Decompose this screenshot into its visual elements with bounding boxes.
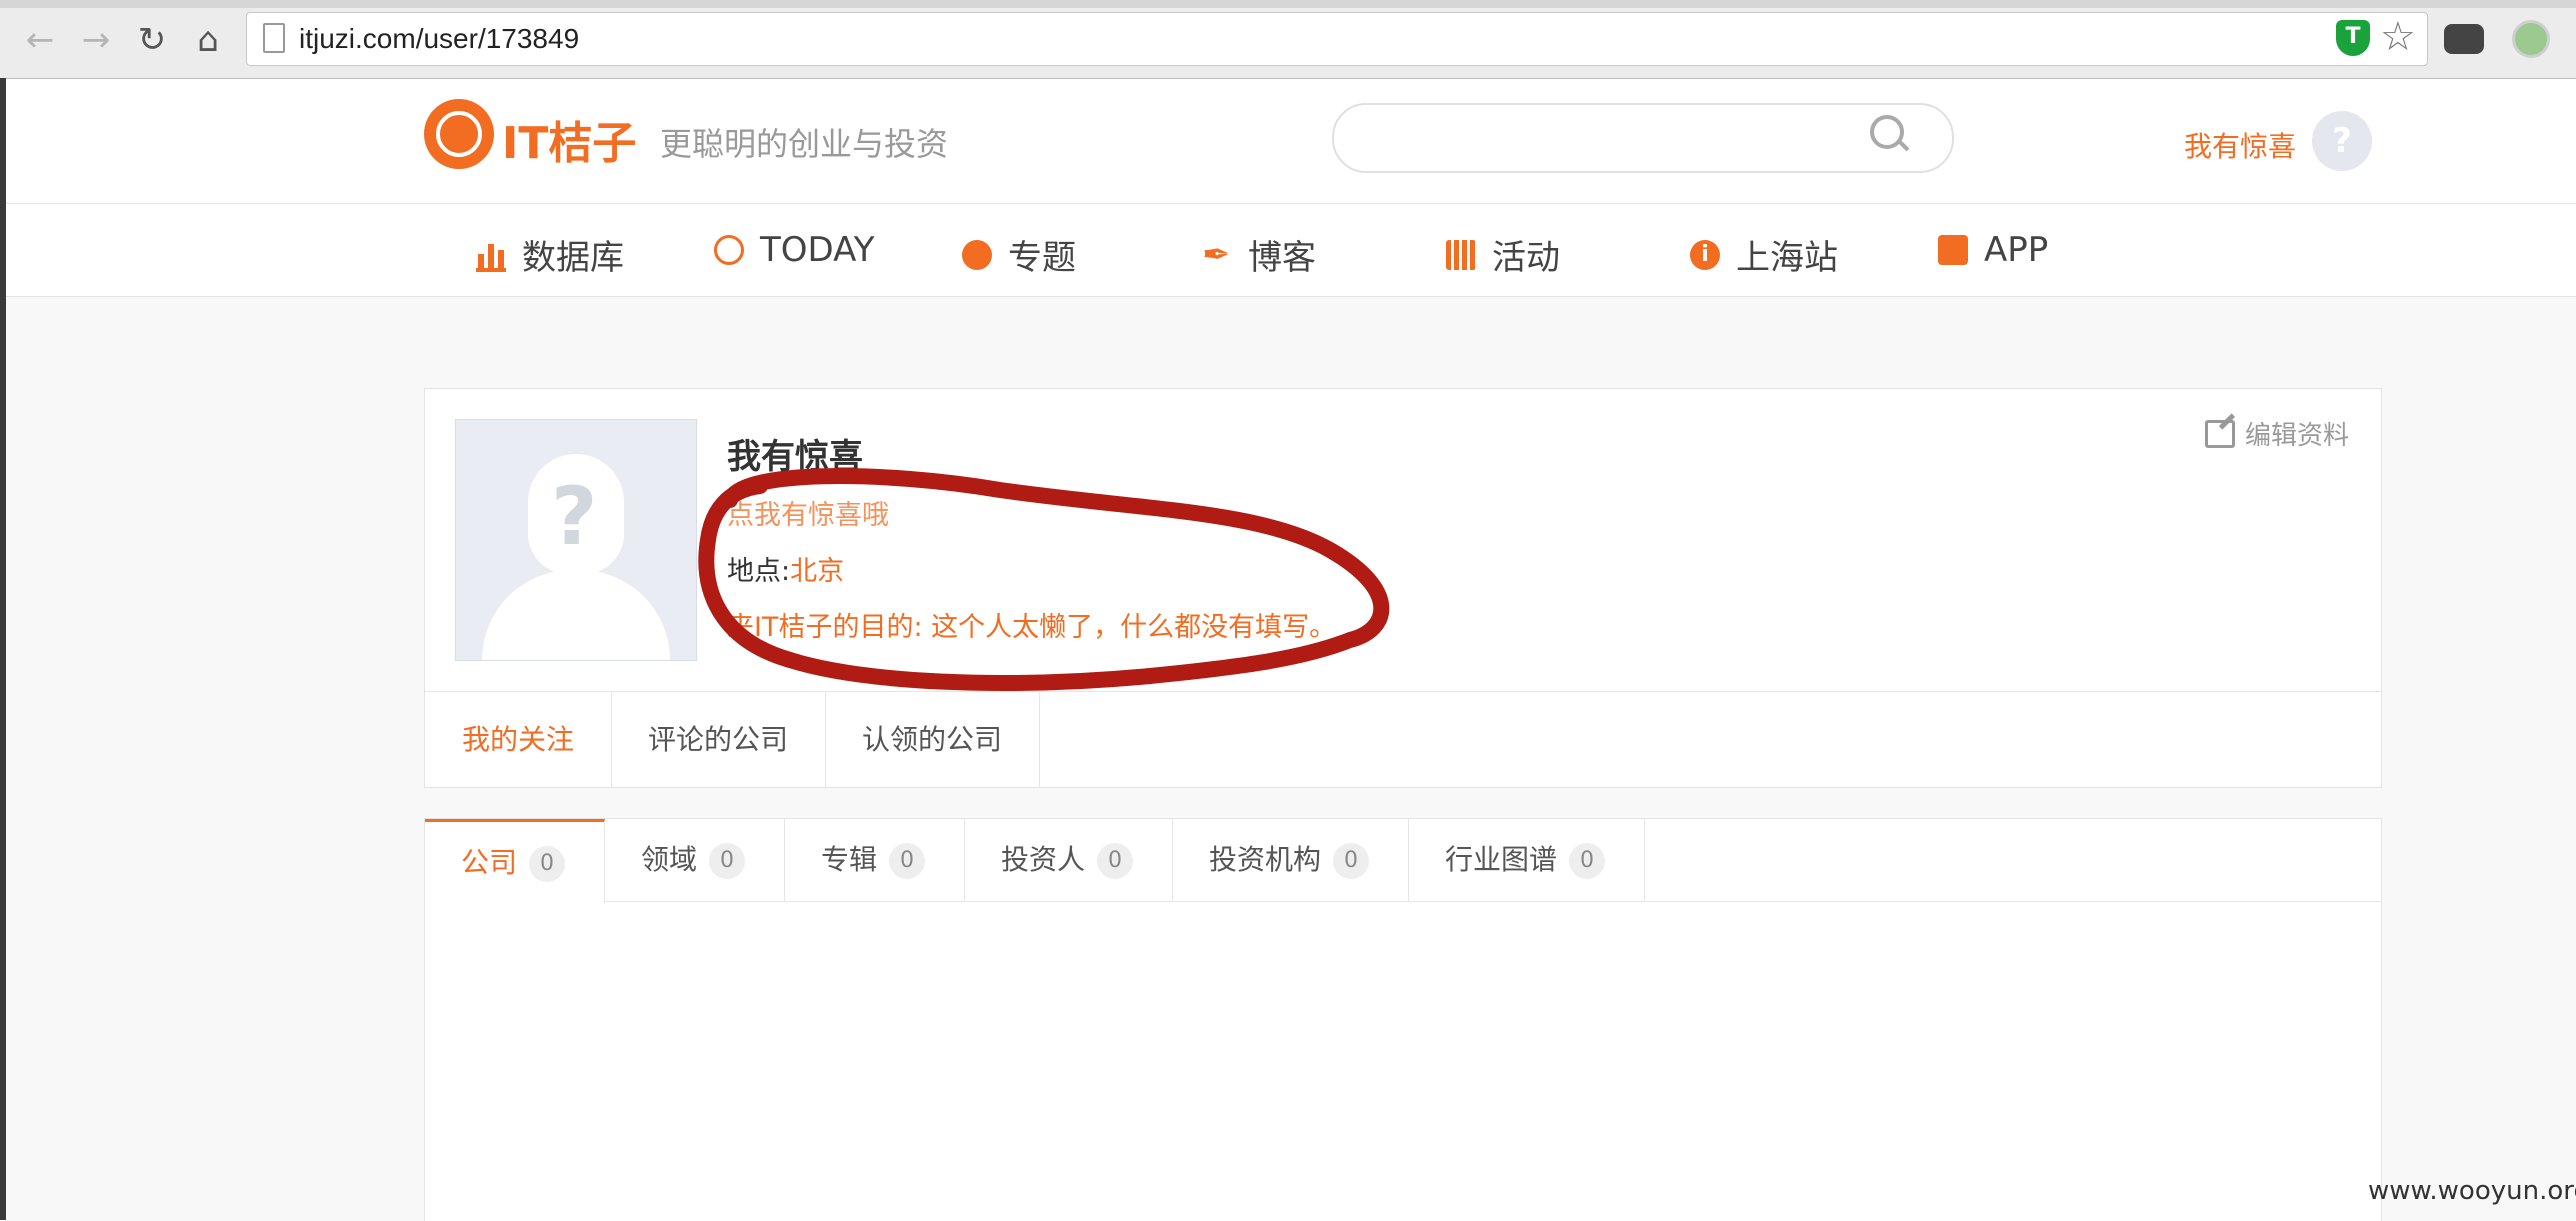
tab-label: 投资人 (1001, 843, 1086, 876)
tab-albums[interactable]: 专辑 0 (785, 819, 965, 901)
search-input[interactable] (1332, 103, 1954, 173)
pie-icon (962, 239, 992, 270)
tab-claimed-companies[interactable]: 认领的公司 (825, 692, 1040, 788)
count-badge: 0 (1569, 843, 1606, 879)
ring-icon (714, 235, 744, 265)
tab-commented-companies[interactable]: 评论的公司 (611, 692, 826, 788)
follow-panel: 公司 0 领域 0 专辑 0 投资人 0 投资机构 0 行业图谱 0 (424, 818, 2382, 1221)
site-slogan: 更聪明的创业与投资 (660, 125, 949, 163)
search-icon[interactable] (1870, 115, 1904, 149)
edit-icon (2205, 419, 2235, 448)
tab-strip (0, 0, 2576, 8)
tab-label: 专辑 (821, 843, 878, 876)
avatar-body-shape (482, 570, 670, 660)
profile-location: 地点:北京 (727, 549, 844, 588)
logo-text[interactable]: IT桔子 (502, 107, 636, 171)
nav-item-topics[interactable]: 专题 (962, 230, 1076, 279)
browser-toolbar: ← → ↻ ⌂ itjuzi.com/user/173849 T ☆ (0, 0, 2576, 79)
info-icon: i (1690, 239, 1720, 270)
tab-label: 领域 (641, 843, 698, 876)
location-value[interactable]: 北京 (790, 556, 844, 587)
nav-item-blog[interactable]: ✒ 博客 (1202, 230, 1316, 279)
tab-companies[interactable]: 公司 0 (425, 819, 605, 903)
count-badge: 0 (889, 843, 926, 879)
nav-label: 数据库 (522, 238, 624, 278)
main-nav: 数据库 TODAY 专题 ✒ 博客 活动 i 上海站 APP (6, 204, 2576, 297)
profile-name: 我有惊喜 (727, 437, 863, 477)
address-bar[interactable]: itjuzi.com/user/173849 (246, 12, 2428, 66)
nav-item-shanghai[interactable]: i 上海站 (1690, 230, 1838, 279)
header-username[interactable]: 我有惊喜 (2184, 125, 2296, 165)
site-header: IT桔子 更聪明的创业与投资 我有惊喜 ? (6, 79, 2576, 204)
count-badge: 0 (529, 846, 566, 882)
feather-icon: ✒ (1202, 234, 1231, 275)
edit-label: 编辑资料 (2245, 421, 2350, 451)
status-extension-icon[interactable] (2512, 20, 2550, 58)
reload-icon[interactable]: ↻ (128, 16, 176, 64)
shield-extension-icon[interactable]: T (2336, 20, 2370, 56)
nav-label: 博客 (1248, 238, 1316, 278)
header-avatar[interactable]: ? (2312, 111, 2372, 171)
profile-tagline: 点我有惊喜哦 (727, 500, 889, 531)
nav-item-events[interactable]: 活动 (1446, 230, 1560, 279)
nav-label: TODAY (760, 230, 875, 270)
nav-label: 活动 (1492, 238, 1560, 278)
location-label: 地点: (727, 556, 791, 587)
tab-my-follows[interactable]: 我的关注 (425, 692, 612, 788)
edit-profile-button[interactable]: 编辑资料 (2205, 415, 2349, 452)
profile-tabs: 我的关注 评论的公司 认领的公司 (425, 691, 2381, 788)
question-mark-icon: ? (551, 470, 598, 563)
tab-investment-firms[interactable]: 投资机构 0 (1173, 819, 1409, 901)
profile-avatar: ? (455, 419, 697, 661)
tab-label: 公司 (461, 846, 518, 879)
tab-label: 行业图谱 (1445, 843, 1558, 876)
nav-label: APP (1984, 230, 2049, 270)
url-text[interactable]: itjuzi.com/user/173849 (299, 23, 579, 55)
nav-label: 专题 (1008, 238, 1076, 278)
forward-icon[interactable]: → (72, 16, 120, 64)
count-badge: 0 (1333, 843, 1370, 879)
orange-logo-icon[interactable] (424, 99, 494, 169)
calendar-icon (1446, 239, 1476, 270)
follow-tabs: 公司 0 领域 0 专辑 0 投资人 0 投资机构 0 行业图谱 0 (425, 819, 2381, 903)
tab-investors[interactable]: 投资人 0 (965, 819, 1173, 901)
tab-industry-maps[interactable]: 行业图谱 0 (1409, 819, 1645, 901)
back-icon[interactable]: ← (16, 16, 64, 64)
home-icon[interactable]: ⌂ (184, 16, 232, 64)
nav-label: 上海站 (1736, 238, 1838, 278)
bookmark-star-icon[interactable]: ☆ (2380, 14, 2416, 60)
count-badge: 0 (1097, 843, 1134, 879)
nav-item-app[interactable]: APP (1938, 230, 2048, 270)
watermark: www.wooyun.org (2368, 1176, 2576, 1206)
profile-purpose: 来IT桔子的目的: 这个人太懒了，什么都没有填写。 (727, 612, 1337, 643)
tab-label: 投资机构 (1209, 843, 1322, 876)
mask-extension-icon[interactable] (2444, 24, 2484, 54)
nav-item-database[interactable]: 数据库 (476, 230, 624, 279)
page-icon (263, 23, 285, 53)
profile-card: ? 我有惊喜 点我有惊喜哦 地点:北京 来IT桔子的目的: 这个人太懒了，什么都… (424, 388, 2382, 788)
tab-fields[interactable]: 领域 0 (605, 819, 785, 901)
count-badge: 0 (709, 843, 746, 879)
nav-item-today[interactable]: TODAY (714, 230, 875, 270)
bar-chart-icon (476, 238, 506, 272)
app-icon (1938, 235, 1968, 265)
